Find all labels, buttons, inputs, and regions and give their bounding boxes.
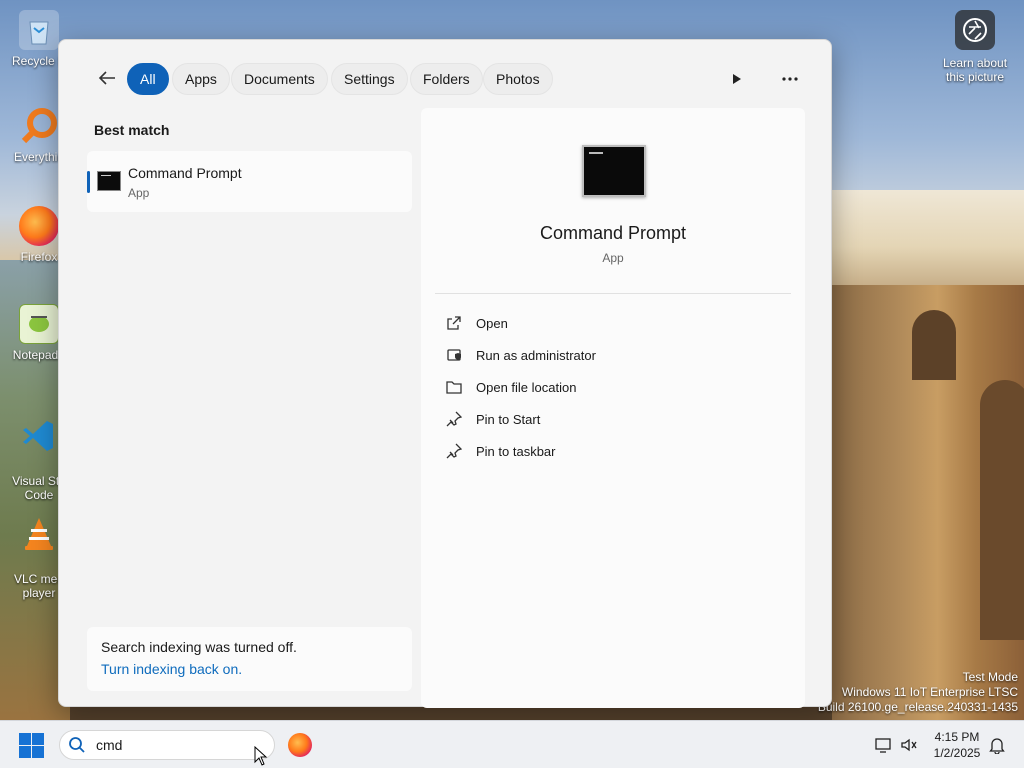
pin-icon [445,442,463,460]
action-pin-to-start[interactable]: Pin to Start [445,406,775,432]
admin-shield-icon [445,346,463,364]
action-open[interactable]: Open [445,310,775,336]
search-flyout: All Apps Documents Settings Folders Phot… [58,39,832,708]
desktop-icon-label: VLC med player [13,572,65,600]
turn-indexing-on-link[interactable]: Turn indexing back on. [101,661,398,677]
firefox-icon [19,206,59,246]
desktop-icon-label: Everythin [13,150,65,164]
taskbar: cmd 4:15 PM 1/2/2025 [0,720,1024,768]
selection-indicator [87,171,90,193]
mouse-cursor-icon [254,746,268,766]
taskbar-search-box[interactable]: cmd [59,730,275,760]
watermark-line: Test Mode [962,670,1018,684]
filter-apps[interactable]: Apps [172,63,230,95]
camera-lens-icon [955,10,995,50]
system-clock[interactable]: 4:15 PM 1/2/2025 [924,729,990,761]
action-label: Open [476,315,508,331]
network-display-icon[interactable] [874,735,894,755]
watermark-line: Windows 11 IoT Enterprise LTSC [841,685,1018,699]
play-icon [733,74,741,84]
filter-documents[interactable]: Documents [231,63,328,95]
arrow-left-icon [98,71,115,85]
options-button[interactable] [775,64,805,94]
result-kind: App [128,186,150,200]
folder-icon [445,378,463,396]
back-button[interactable] [93,64,121,92]
taskbar-firefox-icon[interactable] [288,733,312,757]
learn-line-1: Learn about [942,56,1008,70]
vscode-icon [19,416,59,456]
wallpaper-town [832,190,1024,285]
pin-icon [445,410,463,428]
wallpaper-arch [980,380,1024,640]
recycle-bin-icon [19,10,59,50]
indexing-message: Search indexing was turned off. [101,639,297,655]
vlc-icon [19,514,59,554]
volume-icon[interactable] [899,735,919,755]
start-button[interactable] [19,733,45,759]
filter-all[interactable]: All [127,63,169,95]
action-label: Pin to taskbar [476,443,556,459]
action-label: Open file location [476,379,577,395]
filter-photos[interactable]: Photos [483,63,553,95]
action-label: Run as administrator [476,347,596,363]
learn-about-picture[interactable]: Learn about this picture [938,10,1012,84]
windows-watermark: Test Mode Windows 11 IoT Enterprise LTSC… [818,670,1018,715]
more-dots-icon [782,77,798,81]
more-filters-button[interactable] [722,64,752,94]
command-prompt-icon [97,171,121,191]
wallpaper-arch [912,310,956,380]
best-match-heading: Best match [94,122,170,138]
detail-divider [435,293,791,294]
everything-search-icon [19,106,59,146]
clock-time: 4:15 PM [934,730,980,744]
action-run-as-admin[interactable]: Run as administrator [445,342,775,368]
action-pin-to-taskbar[interactable]: Pin to taskbar [445,438,775,464]
action-label: Pin to Start [476,411,541,427]
detail-kind: App [602,251,624,265]
command-prompt-icon [582,145,646,197]
detail-name: Command Prompt [539,223,687,243]
learn-line-2: this picture [945,70,1005,84]
detail-pane: Command Prompt App Open Run as administr… [421,108,805,708]
search-query: cmd [96,737,123,753]
filter-bar: All Apps Documents Settings Folders Phot… [59,40,831,118]
filter-settings[interactable]: Settings [331,63,408,95]
notepad-plus-plus-icon [19,304,59,344]
indexing-notice: Search indexing was turned off. Turn ind… [87,627,412,691]
filter-folders[interactable]: Folders [410,63,483,95]
desktop-icon-label: Firefox [20,250,58,264]
open-external-icon [445,314,463,332]
action-open-file-location[interactable]: Open file location [445,374,775,400]
result-name: Command Prompt [128,165,242,181]
search-icon [69,737,85,753]
result-command-prompt[interactable]: Command Prompt App [87,151,412,212]
notification-bell-icon[interactable] [987,735,1007,755]
clock-date: 1/2/2025 [933,746,981,760]
watermark-line: Build 26100.ge_release.240331-1435 [817,700,1018,714]
